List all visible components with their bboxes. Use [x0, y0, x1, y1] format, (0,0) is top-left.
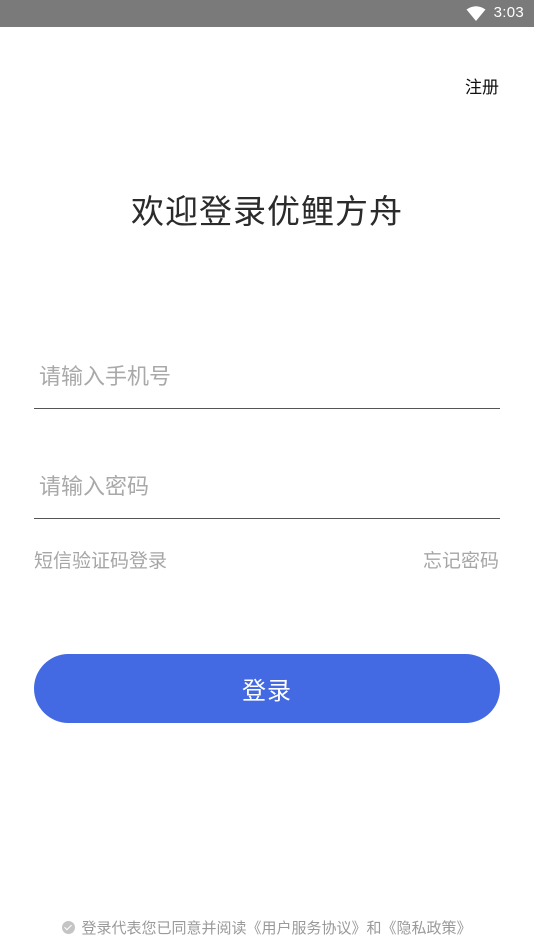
- login-button[interactable]: 登录: [34, 654, 500, 723]
- password-field: [34, 456, 500, 519]
- password-input[interactable]: [39, 470, 489, 504]
- status-time: 3:03: [493, 4, 524, 21]
- status-bar: 3:03: [0, 0, 534, 27]
- agreement-text: 登录代表您已同意并阅读《用户服务协议》和《隐私政策》: [0, 917, 534, 938]
- user-agreement-link[interactable]: 《用户服务协议》: [246, 919, 366, 937]
- register-link[interactable]: 注册: [465, 73, 499, 98]
- page-title: 欢迎登录优鲤方舟: [131, 192, 403, 231]
- phone-field: [34, 346, 500, 409]
- phone-input[interactable]: [39, 360, 489, 394]
- sms-login-link[interactable]: 短信验证码登录: [34, 546, 167, 573]
- checkmark-circle-icon[interactable]: [62, 921, 76, 934]
- privacy-policy-link[interactable]: 《隐私政策》: [382, 919, 472, 937]
- forgot-password-link[interactable]: 忘记密码: [423, 546, 499, 573]
- agreement-conjunction: 和: [366, 919, 382, 937]
- agreement-prefix: 登录代表您已同意并阅读: [81, 919, 247, 937]
- wifi-icon: [466, 6, 486, 21]
